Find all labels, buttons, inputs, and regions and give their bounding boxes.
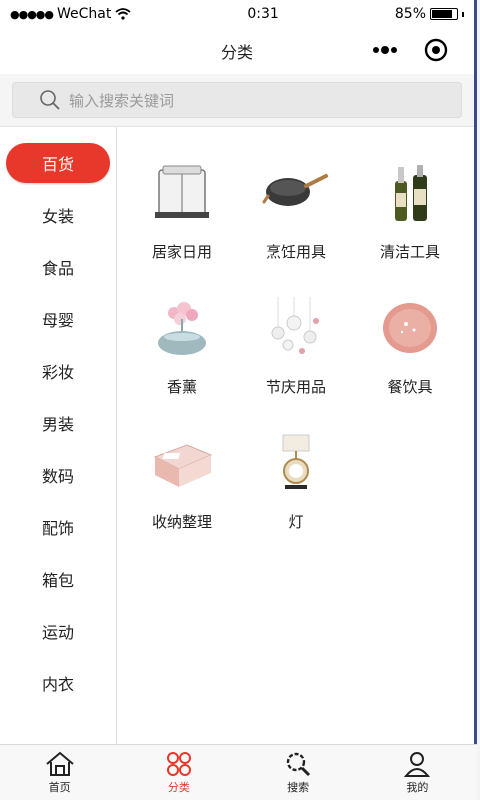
subcategory-item[interactable]: 节庆用品 bbox=[239, 286, 353, 421]
search-bar: 输入搜索关键词 bbox=[0, 74, 474, 126]
tab-label: 我的 bbox=[406, 780, 429, 794]
category-body: 百货 女装 食品 母婴 彩妆 男装 数码 配饰 箱包 运动 内衣 居家日用 烹饪… bbox=[0, 126, 474, 744]
sidebar-item-label: 配饰 bbox=[41, 519, 74, 538]
sidebar-item-shipin[interactable]: 食品 bbox=[0, 241, 116, 293]
subcategory-label: 居家日用 bbox=[151, 243, 212, 261]
search-icon bbox=[40, 90, 60, 110]
sidebar-item-xiangbao[interactable]: 箱包 bbox=[0, 553, 116, 605]
carrier-name: WeChat bbox=[57, 6, 112, 22]
sidebar-item-label: 彩妆 bbox=[41, 363, 74, 382]
sidebar-item-label: 女装 bbox=[41, 207, 74, 226]
sidebar-item-label: 运动 bbox=[41, 623, 74, 642]
battery-group: 85% bbox=[395, 6, 464, 22]
storage-box-icon bbox=[146, 427, 218, 499]
capsule-menu bbox=[372, 38, 448, 62]
tab-home[interactable]: 首页 bbox=[0, 745, 119, 800]
search-input[interactable]: 输入搜索关键词 bbox=[12, 82, 462, 118]
subcategory-label: 清洁工具 bbox=[379, 243, 440, 261]
tab-bar: 首页 分类 搜索 我的 bbox=[0, 744, 477, 800]
category-sidebar: 百货 女装 食品 母婴 彩妆 男装 数码 配饰 箱包 运动 内衣 bbox=[0, 127, 117, 744]
bubbles-icon bbox=[260, 292, 332, 364]
lamp-icon bbox=[260, 427, 332, 499]
sidebar-item-nanzhuang[interactable]: 男装 bbox=[0, 397, 116, 449]
sidebar-item-muying[interactable]: 母婴 bbox=[0, 293, 116, 345]
sidebar-item-peishi[interactable]: 配饰 bbox=[0, 501, 116, 553]
subcategory-label: 烹饪用具 bbox=[265, 243, 326, 261]
tab-label: 首页 bbox=[48, 780, 71, 794]
nav-bar: 分类 bbox=[0, 28, 474, 74]
subcategory-item[interactable]: 香薰 bbox=[125, 286, 239, 421]
sidebar-item-label: 数码 bbox=[41, 467, 74, 486]
sidebar-item-label: 内衣 bbox=[41, 675, 74, 694]
subcategory-item[interactable]: 收纳整理 bbox=[125, 421, 239, 556]
user-icon bbox=[404, 751, 431, 777]
page-title: 分类 bbox=[220, 43, 253, 62]
sidebar-item-yundong[interactable]: 运动 bbox=[0, 605, 116, 657]
subcategory-label: 餐饮具 bbox=[387, 378, 433, 396]
more-icon[interactable] bbox=[372, 45, 398, 55]
subcategory-item[interactable]: 灯 bbox=[239, 421, 353, 556]
sidebar-item-neiyi[interactable]: 内衣 bbox=[0, 657, 116, 709]
aroma-flower-icon bbox=[146, 292, 218, 364]
status-bar: ●●●●● WeChat 0:31 85% bbox=[0, 0, 474, 28]
category-icon bbox=[166, 751, 191, 776]
battery-percent: 85% bbox=[394, 6, 426, 22]
sidebar-item-label: 母婴 bbox=[41, 311, 74, 330]
tab-category[interactable]: 分类 bbox=[119, 745, 238, 800]
subcategory-label: 节庆用品 bbox=[265, 378, 326, 396]
tab-label: 搜索 bbox=[287, 780, 310, 794]
close-miniprogram-icon[interactable] bbox=[424, 38, 448, 62]
subcategory-item[interactable]: 烹饪用具 bbox=[239, 151, 353, 286]
sidebar-item-label: 男装 bbox=[41, 415, 74, 434]
bottles-icon bbox=[374, 157, 446, 229]
sidebar-item-caizhuang[interactable]: 彩妆 bbox=[0, 345, 116, 397]
plate-icon bbox=[374, 292, 446, 364]
clock: 0:31 bbox=[247, 6, 279, 22]
subcategory-grid: 居家日用 烹饪用具 清洁工具 香薰 节庆用品 餐饮具 收纳整理 灯 bbox=[117, 127, 474, 744]
wok-icon bbox=[260, 157, 332, 229]
sidebar-item-shuma[interactable]: 数码 bbox=[0, 449, 116, 501]
tab-search[interactable]: 搜索 bbox=[239, 745, 358, 800]
wifi-icon bbox=[115, 8, 131, 20]
subcategory-label: 收纳整理 bbox=[151, 513, 212, 531]
subcategory-label: 灯 bbox=[288, 513, 304, 531]
sidebar-item-nvzhuang[interactable]: 女装 bbox=[0, 189, 116, 241]
search-icon bbox=[286, 752, 311, 776]
tab-profile[interactable]: 我的 bbox=[358, 745, 477, 800]
knife-block-icon bbox=[146, 157, 218, 229]
phone-screen: ●●●●● WeChat 0:31 85% 分类 输入搜索关键词 百货 女装 食… bbox=[0, 0, 477, 800]
sidebar-item-label: 百货 bbox=[6, 143, 110, 183]
battery-tip bbox=[462, 11, 464, 17]
signal-icon: ●●●●● bbox=[10, 7, 54, 21]
home-icon bbox=[45, 751, 74, 776]
tab-label: 分类 bbox=[167, 780, 190, 794]
sidebar-item-label: 箱包 bbox=[41, 571, 74, 590]
search-placeholder: 输入搜索关键词 bbox=[69, 91, 175, 110]
sidebar-item-label: 食品 bbox=[41, 259, 74, 278]
subcategory-item[interactable]: 居家日用 bbox=[125, 151, 239, 286]
sidebar-item-baihuo[interactable]: 百货 bbox=[0, 137, 116, 189]
battery-icon bbox=[430, 8, 458, 20]
subcategory-item[interactable]: 清洁工具 bbox=[353, 151, 467, 286]
subcategory-label: 香薰 bbox=[166, 378, 197, 396]
carrier-group: ●●●●● WeChat bbox=[10, 6, 131, 22]
subcategory-item[interactable]: 餐饮具 bbox=[353, 286, 467, 421]
